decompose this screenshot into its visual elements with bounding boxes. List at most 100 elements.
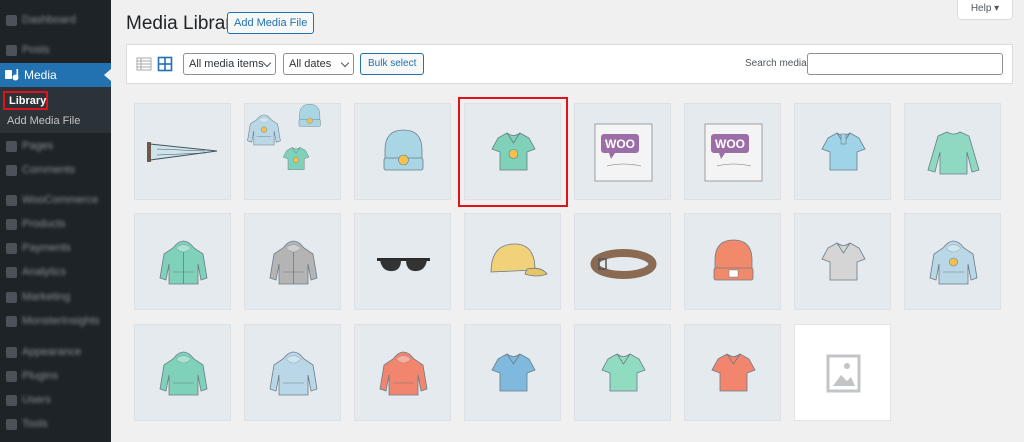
- sidebar-item-products[interactable]: Products: [0, 214, 111, 234]
- admin-sidebar: Dashboard Posts Media Library Add Media File…: [0, 0, 111, 442]
- media-tile-hoodie-logo[interactable]: [904, 213, 1001, 310]
- sidebar-item-label: Posts: [22, 44, 50, 56]
- woo-single-thumbnail: WOO: [594, 123, 653, 182]
- sidebar-item-monsterinsights[interactable]: MonsterInsights: [0, 311, 111, 331]
- hoodie-blue-thumbnail: [269, 351, 318, 396]
- sidebar-item-payments[interactable]: Payments: [0, 238, 111, 258]
- media-tile-vneck-red[interactable]: [684, 324, 781, 421]
- media-tile-hoodie-green[interactable]: [134, 324, 231, 421]
- svg-text:WOO: WOO: [605, 137, 635, 151]
- sidebar-item-woocommerce[interactable]: WooCommerce: [0, 190, 111, 210]
- sidebar-item-label: Plugins: [22, 370, 59, 382]
- media-tile-woo-single[interactable]: WOO: [574, 103, 671, 200]
- beanie-thumbnail: [713, 239, 754, 281]
- media-tile-longsleeve[interactable]: [904, 103, 1001, 200]
- monsterinsights-icon: [6, 316, 17, 327]
- media-tile-hoodie-set[interactable]: [244, 103, 341, 200]
- media-tile-hoodie-red[interactable]: [354, 324, 451, 421]
- longsleeve-thumbnail: [927, 131, 980, 175]
- sidebar-item-label: Users: [22, 394, 51, 406]
- tools-icon: [6, 419, 17, 430]
- hoodie-gray-thumbnail: [269, 240, 318, 285]
- chevron-down-icon: [340, 58, 350, 68]
- media-grid: WOO WOO: [126, 95, 1013, 442]
- grid-view-icon[interactable]: [157, 56, 173, 72]
- vneck-blue-thumbnail: [491, 353, 536, 392]
- sidebar-item-dashboard[interactable]: Dashboard: [0, 10, 111, 30]
- analytics-icon: [6, 267, 17, 278]
- placeholder-thumbnail: [826, 354, 861, 393]
- sidebar-item-posts[interactable]: Posts: [0, 40, 111, 60]
- woocommerce-icon: [6, 195, 17, 206]
- appearance-icon: [6, 347, 17, 358]
- sidebar-item-label: WooCommerce: [22, 194, 99, 206]
- payments-icon: [6, 243, 17, 254]
- dashboard-icon: [6, 15, 17, 26]
- sidebar-item-tools[interactable]: Tools: [0, 414, 111, 434]
- media-tile-belt[interactable]: [574, 213, 671, 310]
- cap-thumbnail: [490, 243, 548, 277]
- media-type-filter[interactable]: All media items: [183, 53, 276, 75]
- date-filter-value: All dates: [289, 58, 332, 70]
- sidebar-item-appearance[interactable]: Appearance: [0, 342, 111, 362]
- hoodie-zip-thumbnail: [159, 240, 208, 285]
- polo-thumbnail: [821, 132, 866, 171]
- pages-icon: [6, 141, 17, 152]
- media-tile-hoodie-gray[interactable]: [244, 213, 341, 310]
- submenu-item-add-media-file[interactable]: Add Media File: [7, 115, 80, 127]
- media-icon: [4, 67, 20, 83]
- sidebar-item-media[interactable]: Media: [0, 63, 111, 87]
- submenu-item-library[interactable]: Library: [3, 91, 48, 110]
- svg-text:WOO: WOO: [715, 137, 745, 151]
- list-view-icon[interactable]: [136, 56, 152, 72]
- media-tile-placeholder[interactable]: [794, 324, 891, 421]
- hoodie-red-thumbnail: [379, 351, 428, 396]
- vneck-green-thumbnail: [601, 353, 646, 392]
- users-icon: [6, 395, 17, 406]
- belt-thumbnail: [590, 249, 657, 279]
- media-tile-vneck-blue[interactable]: [464, 324, 561, 421]
- media-tile-pennant[interactable]: [134, 103, 231, 200]
- sidebar-item-label: Media: [24, 68, 57, 82]
- hoodie-logo-thumbnail: [929, 240, 978, 285]
- vneck-logo-thumbnail: [491, 132, 536, 171]
- woo-album-thumbnail: WOO: [704, 123, 763, 182]
- media-tile-cap[interactable]: [464, 213, 561, 310]
- sidebar-item-users[interactable]: Users: [0, 390, 111, 410]
- hoodie-set-thumbnail: [247, 104, 321, 170]
- add-media-file-button[interactable]: Add Media File: [227, 12, 315, 34]
- media-tile-hoodie-blue[interactable]: [244, 324, 341, 421]
- media-toolbar: All media items All dates Bulk select Se…: [126, 44, 1013, 84]
- media-submenu: Library Add Media File: [0, 87, 111, 133]
- sidebar-item-label: MonsterInsights: [22, 315, 100, 327]
- help-tab-button[interactable]: Help ▾: [957, 0, 1013, 20]
- sidebar-item-plugins[interactable]: Plugins: [0, 366, 111, 386]
- chevron-down-icon: [262, 58, 272, 68]
- sidebar-item-pages[interactable]: Pages: [0, 136, 111, 156]
- sidebar-item-label: Marketing: [22, 291, 71, 303]
- media-tile-hoodie-zip[interactable]: [134, 213, 231, 310]
- posts-icon: [6, 45, 17, 56]
- bulk-select-button[interactable]: Bulk select: [360, 53, 425, 75]
- sidebar-item-analytics[interactable]: Analytics: [0, 262, 111, 282]
- media-tile-tshirt-gray[interactable]: [794, 213, 891, 310]
- sidebar-item-marketing[interactable]: Marketing: [0, 287, 111, 307]
- sidebar-item-label: Appearance: [22, 346, 82, 358]
- media-tile-woo-album[interactable]: WOO: [684, 103, 781, 200]
- active-menu-arrow: [104, 69, 111, 81]
- media-tile-vneck-logo[interactable]: [464, 103, 561, 200]
- products-icon: [6, 219, 17, 230]
- sidebar-item-label: Comments: [22, 164, 76, 176]
- sidebar-item-comments[interactable]: Comments: [0, 160, 111, 180]
- search-media-input[interactable]: [807, 53, 1003, 75]
- page-title: Media Library: [126, 13, 242, 34]
- media-tile-sunglasses[interactable]: [354, 213, 451, 310]
- media-tile-beanie-logo[interactable]: [354, 103, 451, 200]
- search-media-label: Search media: [745, 58, 807, 69]
- beanie-logo-thumbnail: [383, 129, 424, 171]
- media-tile-beanie[interactable]: [684, 213, 781, 310]
- sidebar-item-label: Dashboard: [22, 14, 76, 26]
- media-tile-vneck-green[interactable]: [574, 324, 671, 421]
- date-filter[interactable]: All dates: [283, 53, 354, 75]
- media-tile-polo[interactable]: [794, 103, 891, 200]
